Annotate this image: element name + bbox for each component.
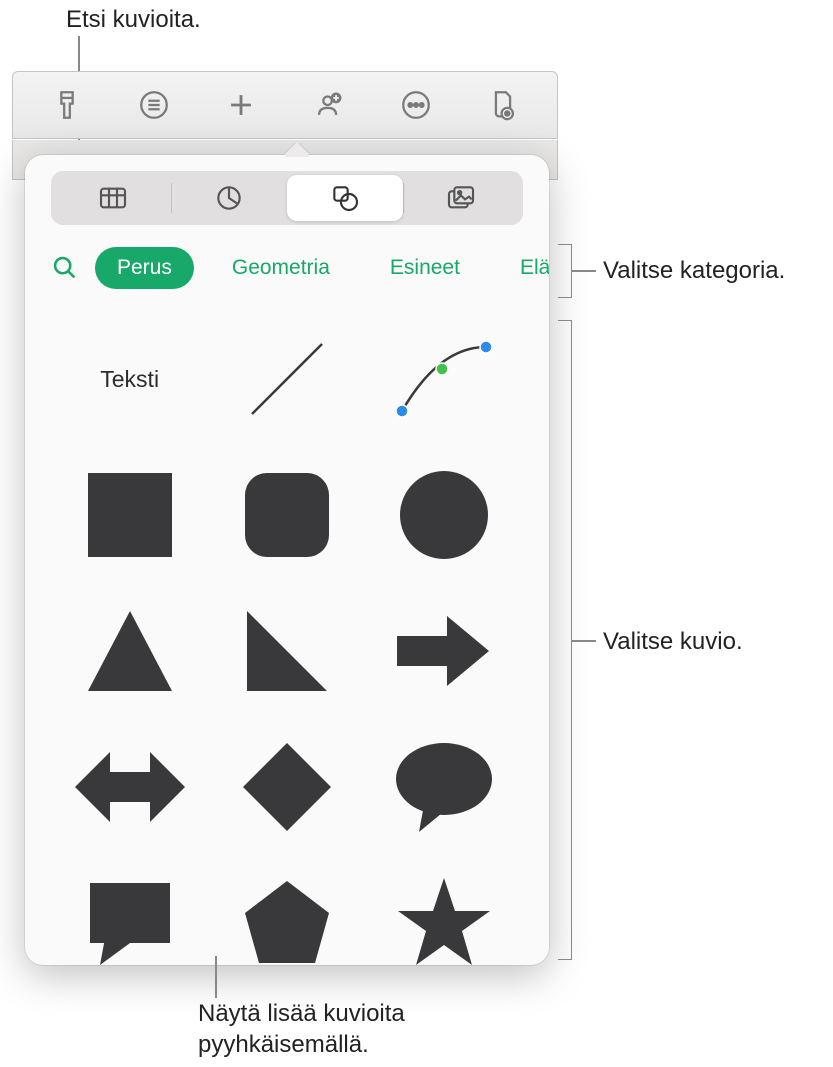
segment-media[interactable] [404,175,520,221]
insert-popover: Perus Geometria Esineet Eläin Teksti [25,155,549,965]
collaborate-icon[interactable] [312,88,346,122]
segment-table[interactable] [55,175,171,221]
insert-plus-icon[interactable] [224,88,258,122]
search-shapes-button[interactable] [51,254,79,282]
bracket-shapes [558,320,572,960]
shape-square[interactable] [51,451,208,579]
shape-line[interactable] [208,315,365,443]
shapes-grid: Teksti [51,315,523,987]
callout-line [572,270,596,272]
insert-type-segmented-control [51,171,523,225]
shape-circle[interactable] [366,451,523,579]
format-brush-icon[interactable] [50,88,84,122]
callout-swipe-more: Näytä lisää kuvioita pyyhkäisemällä. [198,998,478,1060]
shape-rounded-square[interactable] [208,451,365,579]
category-basic[interactable]: Perus [95,247,194,289]
shape-arrow-right[interactable] [366,587,523,715]
shape-speech-bubble[interactable] [366,723,523,851]
main-toolbar [12,71,558,139]
callout-line [215,956,217,998]
callout-line [572,640,596,642]
shape-text-label: Teksti [100,366,159,393]
shape-diamond[interactable] [208,723,365,851]
shape-right-triangle[interactable] [208,587,365,715]
category-geometry[interactable]: Geometria [210,247,352,289]
shape-curve[interactable] [366,315,523,443]
segment-chart[interactable] [172,175,288,221]
shape-triangle[interactable] [51,587,208,715]
category-animals[interactable]: Eläin [498,247,549,289]
shape-pentagon[interactable] [208,859,365,987]
callout-choose-category: Valitse kategoria. [603,255,785,286]
callout-choose-shape: Valitse kuvio. [603,626,743,657]
shape-star[interactable] [366,859,523,987]
shape-text[interactable]: Teksti [51,315,208,443]
bracket-category [558,244,572,298]
list-icon[interactable] [137,88,171,122]
shape-category-row: Perus Geometria Esineet Eläin [51,245,549,291]
document-view-icon[interactable] [486,88,520,122]
shape-double-arrow[interactable] [51,723,208,851]
popover-arrow [285,143,309,157]
segment-shape[interactable] [287,175,403,221]
shape-callout-rect[interactable] [51,859,208,987]
category-objects[interactable]: Esineet [368,247,482,289]
callout-search-shapes: Etsi kuvioita. [66,4,201,35]
more-icon[interactable] [399,88,433,122]
